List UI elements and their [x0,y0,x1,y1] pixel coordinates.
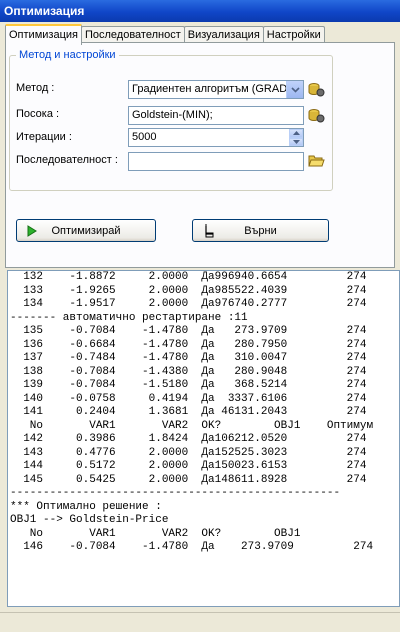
database-icon[interactable] [308,108,325,123]
title-bar: Оптимизация [0,0,400,22]
direction-value: Goldstein-(MIN); [132,109,213,121]
return-button[interactable]: Върни [192,219,329,242]
log-line: 146 -0.7084 -1.4780 Да 273.9709 274 [10,541,374,553]
log-line: 136 -0.6684 -1.4780 Да 280.7950 274 [10,338,367,351]
spin-down-icon[interactable] [289,137,303,146]
play-icon [27,224,37,237]
log-line: 139 -0.7084 -1.5180 Да 368.5214 274 [10,379,367,391]
iterations-label: Итерации : [16,131,72,143]
iterations-value: 5000 [132,131,157,143]
window-title: Оптимизация [4,4,85,18]
log-line: No VAR1 VAR2 OK? OBJ1 Оптимум [10,419,374,432]
sequence-field[interactable] [128,152,304,171]
method-select[interactable]: Градиентен алгоритъм (GRAD [128,80,304,99]
log-line: 134 -1.9517 2.0000 Да976740.2777 274 [10,298,367,310]
optimize-button[interactable]: Оптимизирай [16,219,156,242]
open-folder-icon[interactable] [308,153,325,168]
method-value: Градиентен алгоритъм (GRAD [132,83,288,95]
log-line: No VAR1 VAR2 OK? OBJ1 [10,527,301,540]
log-line: 141 0.2404 1.3681 Да 46131.2043 274 [10,406,367,418]
log-line: 142 0.3986 1.8424 Да106212.0520 274 [10,433,367,445]
direction-label: Посока : [16,108,60,120]
status-bar [0,612,400,632]
log-line: 138 -0.7084 -1.4380 Да 280.9048 274 [10,365,367,378]
log-line: 144 0.5172 2.0000 Да150023.6153 274 [10,460,367,472]
spin-up-icon[interactable] [289,129,303,138]
log-line: 133 -1.9265 2.0000 Да985522.4039 274 [10,284,367,297]
log-line: OBJ1 --> Goldstein-Price [10,514,169,526]
tab-optimization[interactable]: Оптимизация [5,24,82,45]
log-line: ------- автоматично рестартиране :11 [10,311,248,324]
log-line: 145 0.5425 2.0000 Да148611.8928 274 [10,473,367,486]
return-label: Върни [244,224,277,237]
optimize-label: Оптимизирай [51,224,121,237]
output-log[interactable]: 132 -1.8872 2.0000 Да996940.6654 274 133… [7,270,400,607]
tab-strip: Оптимизация Последователност Визуализаци… [5,24,325,45]
undo-icon [205,224,214,237]
log-line: 137 -0.7484 -1.4780 Да 310.0047 274 [10,352,367,364]
database-icon[interactable] [308,82,325,97]
log-line: 143 0.4776 2.0000 Да152525.3023 274 [10,446,367,459]
method-label: Метод : [16,82,55,94]
iterations-stepper[interactable]: 5000 [128,128,304,147]
log-line: 132 -1.8872 2.0000 Да996940.6654 274 [10,271,367,283]
log-line: *** Оптимално решение : [10,500,162,513]
settings-group-title: Метод и настройки [16,49,119,61]
direction-field[interactable]: Goldstein-(MIN); [128,106,304,125]
log-line: 135 -0.7084 -1.4780 Да 273.9709 274 [10,325,367,337]
chevron-down-icon[interactable] [286,81,303,98]
log-line: 140 -0.0758 0.4194 Да 3337.6106 274 [10,392,367,405]
sequence-label: Последователност : [16,154,118,166]
spin-buttons[interactable] [289,129,303,146]
log-line: ----------------------------------------… [10,487,341,499]
